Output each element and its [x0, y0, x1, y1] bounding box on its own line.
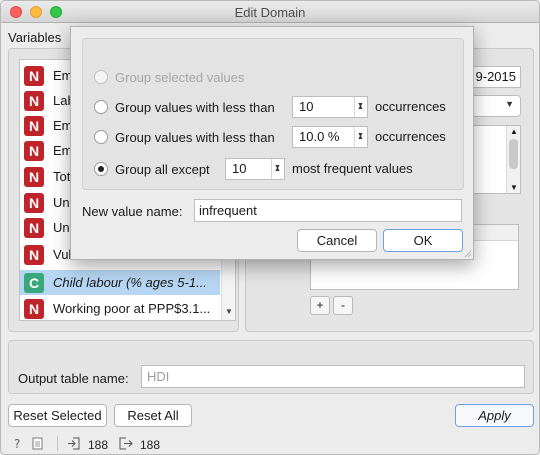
reset-selected-button[interactable]: Reset Selected [8, 404, 107, 427]
spinbox-value: 10 [299, 99, 314, 114]
new-value-name-label: New value name: [82, 204, 183, 219]
values-scrollbar[interactable]: ▲ ▼ [506, 126, 520, 193]
radio-button-checked[interactable] [94, 162, 108, 176]
status-divider [57, 436, 58, 451]
grouping-options-box: Group selected values Group values with … [82, 38, 464, 190]
occurrences-label: occurrences [375, 129, 446, 144]
edit-domain-window: Edit Domain Variables N Em N Lab N Em N … [0, 0, 540, 455]
spinbox-value: 10.0 % [299, 129, 340, 144]
count-threshold-spinbox[interactable]: 10 ▲ ▼ [292, 96, 368, 118]
output-table-name-input[interactable] [141, 365, 525, 388]
top-n-spinbox[interactable]: 10 ▲ ▼ [225, 158, 285, 180]
numeric-variable-icon: N [24, 115, 44, 136]
group-selected-option[interactable]: Group selected values [94, 66, 244, 88]
numeric-variable-icon: N [24, 90, 44, 111]
option-label: Group selected values [115, 69, 245, 85]
variables-label: Variables [8, 30, 62, 45]
scroll-down-arrow-icon[interactable]: ▼ [510, 183, 518, 192]
output-count: 188 [140, 438, 161, 452]
output-table-name-label: Output table name: [18, 371, 129, 386]
categorical-variable-icon: C [24, 272, 44, 293]
numeric-variable-icon: N [24, 244, 44, 265]
variable-row[interactable]: N Working poor at PPP$3.1... [20, 296, 220, 320]
spinbox-arrows[interactable]: ▲ ▼ [354, 127, 367, 147]
radio-button[interactable] [94, 130, 108, 144]
reset-all-button[interactable]: Reset All [114, 404, 192, 427]
radio-button[interactable] [94, 100, 108, 114]
numeric-variable-icon: N [24, 192, 44, 213]
numeric-variable-icon: N [24, 166, 44, 187]
help-icon[interactable]: ? [11, 437, 24, 453]
option-label: Group values with less than [115, 99, 275, 115]
window-title: Edit Domain [234, 5, 306, 20]
variable-name: Vul [53, 247, 72, 262]
cancel-button[interactable]: Cancel [297, 229, 377, 252]
remove-label-button[interactable]: - [333, 296, 353, 315]
scroll-down-arrow-icon[interactable]: ▼ [225, 307, 233, 316]
variable-name: Child labour (% ages 5-1... [53, 275, 207, 290]
most-frequent-label: most frequent values [292, 161, 413, 176]
variable-name: Tot [53, 169, 71, 184]
add-label-button[interactable]: + [310, 296, 330, 315]
report-icon[interactable] [32, 437, 43, 453]
status-bar: ? 188 188 [1, 433, 539, 454]
variable-name: Working poor at PPP$3.1... [53, 301, 211, 316]
scroll-up-arrow-icon[interactable]: ▲ [510, 127, 518, 136]
chevron-down-icon: ▼ [505, 99, 514, 109]
spinbox-arrows[interactable]: ▲ ▼ [354, 97, 367, 117]
group-all-except-option[interactable]: Group all except [94, 158, 210, 180]
scroll-thumb[interactable] [509, 139, 518, 169]
numeric-variable-icon: N [24, 65, 44, 86]
input-data-icon [67, 437, 81, 453]
new-value-name-input[interactable] [194, 199, 462, 222]
output-panel: Output table name: [8, 340, 534, 394]
spinbox-value: 10 [232, 161, 247, 176]
option-label: Group all except [115, 161, 210, 177]
merge-values-dialog: Group selected values Group values with … [70, 26, 474, 260]
group-less-than-percent-option[interactable]: Group values with less than [94, 126, 275, 148]
option-label: Group values with less than [115, 129, 275, 145]
numeric-variable-icon: N [24, 217, 44, 238]
output-data-icon [119, 437, 133, 453]
percent-threshold-spinbox[interactable]: 10.0 % ▲ ▼ [292, 126, 368, 148]
title-bar: Edit Domain [1, 1, 539, 23]
spinbox-arrows[interactable]: ▲ ▼ [271, 159, 284, 179]
numeric-variable-icon: N [24, 298, 44, 319]
group-less-than-count-option[interactable]: Group values with less than [94, 96, 275, 118]
apply-button[interactable]: Apply [455, 404, 534, 427]
input-count: 188 [88, 438, 109, 452]
occurrences-label: occurrences [375, 99, 446, 114]
variable-row-selected[interactable]: C Child labour (% ages 5-1... [20, 270, 220, 295]
svg-text:?: ? [14, 437, 20, 450]
radio-button[interactable] [94, 70, 108, 84]
resize-grip-icon[interactable] [464, 250, 472, 258]
ok-button[interactable]: OK [383, 229, 463, 252]
numeric-variable-icon: N [24, 140, 44, 161]
